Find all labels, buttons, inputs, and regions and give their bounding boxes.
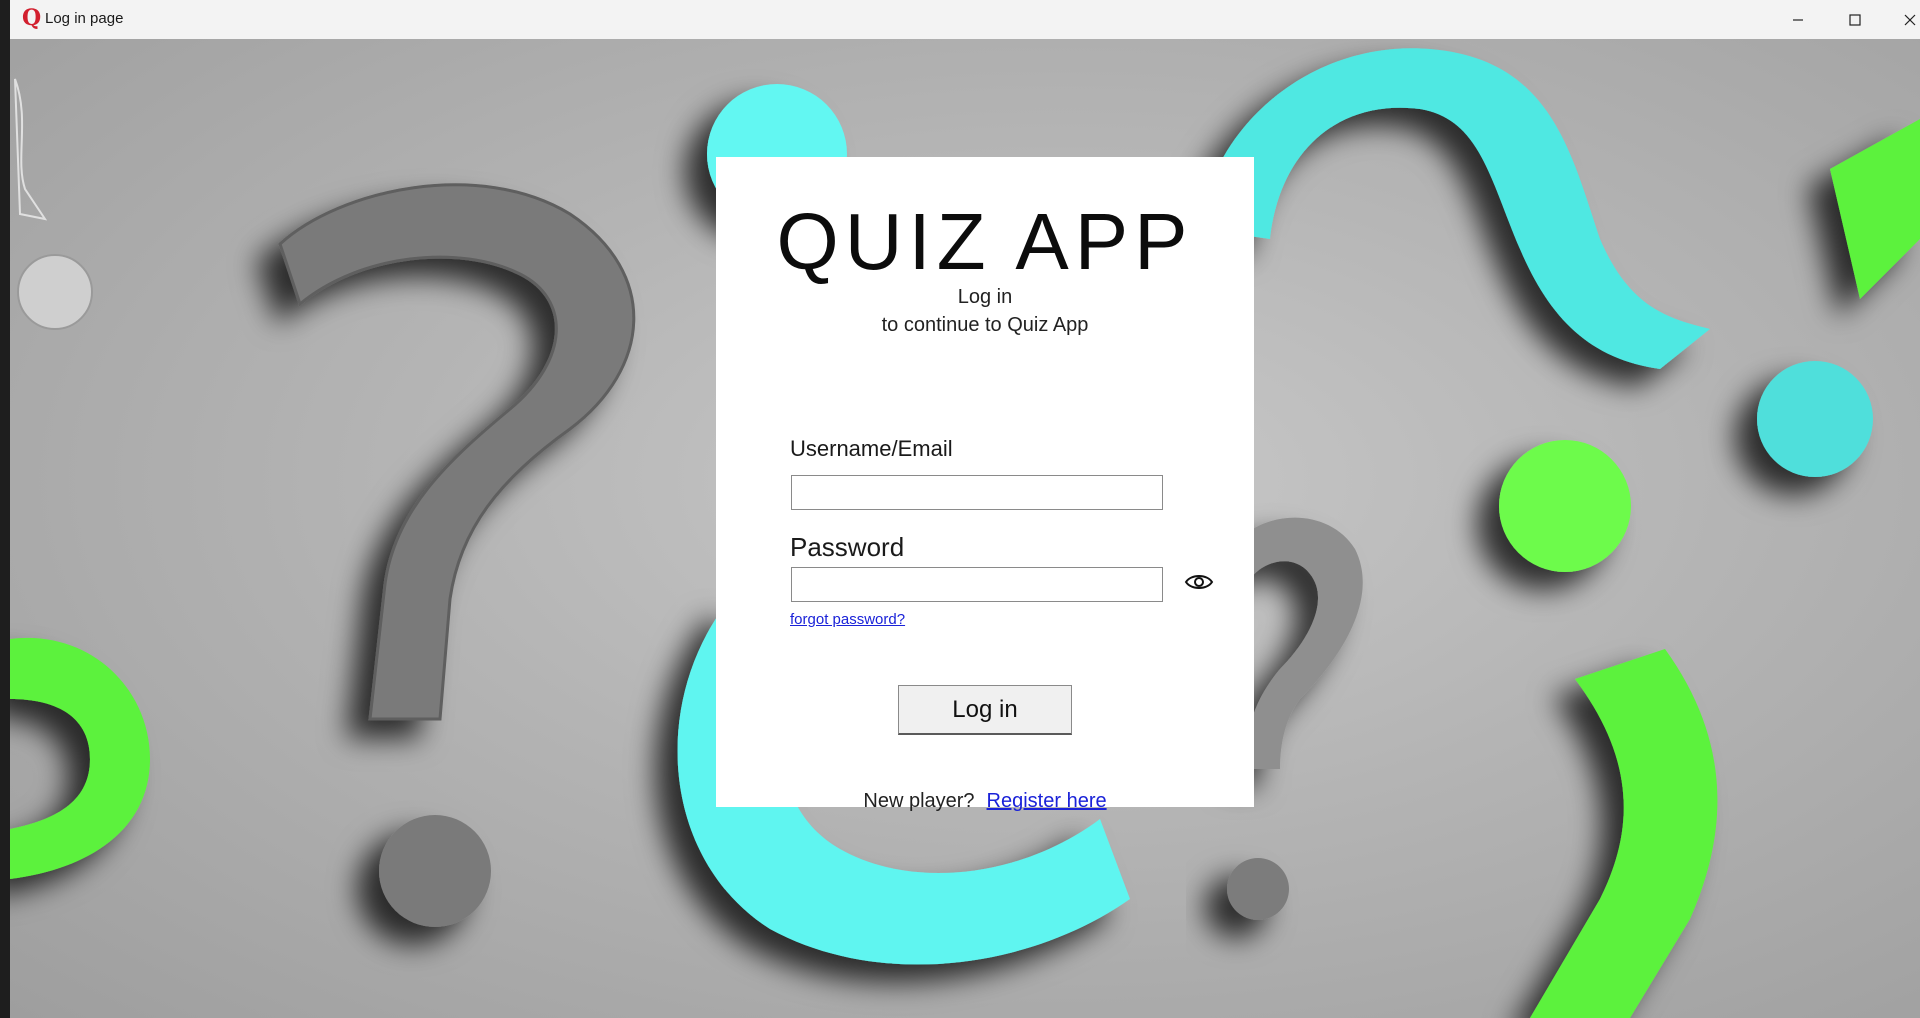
login-card: QUIZ APP Log in to continue to Quiz App … bbox=[716, 157, 1254, 812]
minimize-icon bbox=[1793, 19, 1803, 21]
quiz-app-icon: Q bbox=[22, 5, 42, 31]
login-subtitle: Log in to continue to Quiz App bbox=[716, 283, 1254, 339]
forgot-password-link[interactable]: forgot password? bbox=[790, 611, 905, 628]
show-password-eye-icon[interactable] bbox=[1184, 571, 1214, 593]
username-email-input[interactable] bbox=[791, 475, 1163, 510]
subtitle-line-2: to continue to Quiz App bbox=[881, 314, 1089, 336]
maximize-button[interactable] bbox=[1825, 0, 1885, 39]
close-button[interactable] bbox=[1880, 0, 1920, 39]
title-bar: Q Log in page bbox=[10, 0, 1920, 40]
username-label: Username/Email bbox=[790, 436, 953, 461]
minimize-button[interactable] bbox=[1768, 0, 1828, 39]
subtitle-line-1: Log in bbox=[957, 286, 1013, 308]
password-label: Password bbox=[790, 532, 905, 562]
log-in-button[interactable]: Log in bbox=[898, 685, 1072, 735]
window-title: Log in page bbox=[45, 10, 124, 27]
maximize-icon bbox=[1849, 14, 1861, 26]
new-player-text: New player? bbox=[863, 790, 975, 812]
password-input[interactable] bbox=[791, 567, 1163, 602]
app-brand-title: QUIZ APP bbox=[776, 197, 1194, 286]
login-page: QUIZ APP Log in to continue to Quiz App … bbox=[10, 39, 1920, 1018]
close-icon bbox=[1904, 14, 1916, 26]
app-window: Q Log in page QUIZ APP Log in to continu… bbox=[10, 0, 1920, 1018]
register-here-link[interactable]: Register here bbox=[987, 790, 1107, 812]
register-row: New player? Register here bbox=[716, 790, 1254, 813]
